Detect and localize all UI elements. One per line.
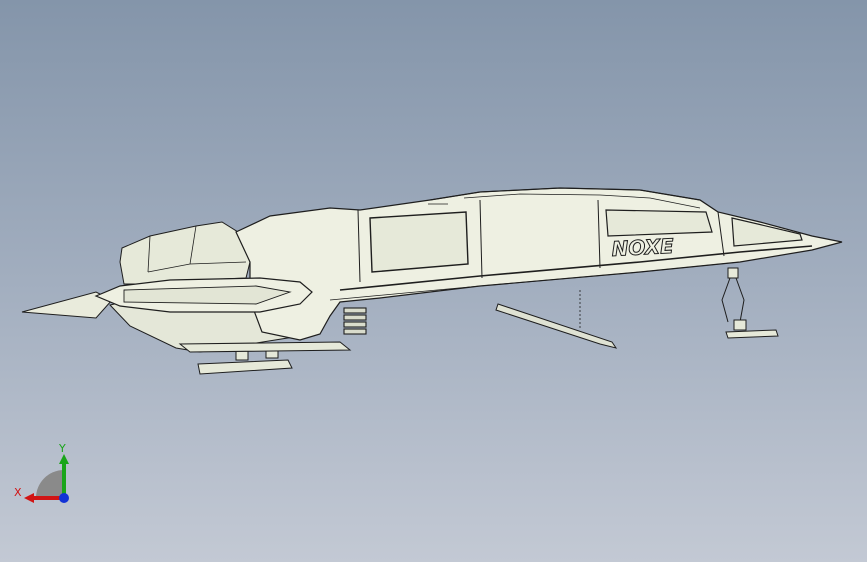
y-axis-label: Y <box>58 442 66 455</box>
spaceship-3d-model[interactable]: NOXE <box>0 0 867 562</box>
vent-grille <box>343 307 367 335</box>
x-axis-arrowhead <box>24 493 34 503</box>
fuselage-marking: NOXE <box>611 234 675 261</box>
front-landing-gear <box>721 267 779 339</box>
rear-landing-gear <box>178 341 352 375</box>
z-axis-dot <box>59 493 69 503</box>
ventral-fin <box>495 303 618 349</box>
side-window-2[interactable] <box>605 209 713 237</box>
y-axis-arrowhead <box>59 454 69 464</box>
side-window-1[interactable] <box>369 211 469 273</box>
rear-engine-pod <box>119 221 251 285</box>
cad-viewport[interactable]: NOXE Y X <box>0 0 867 562</box>
x-axis-label: X <box>14 486 22 499</box>
axis-triad: Y X <box>14 442 69 503</box>
triad-plane <box>36 470 64 498</box>
